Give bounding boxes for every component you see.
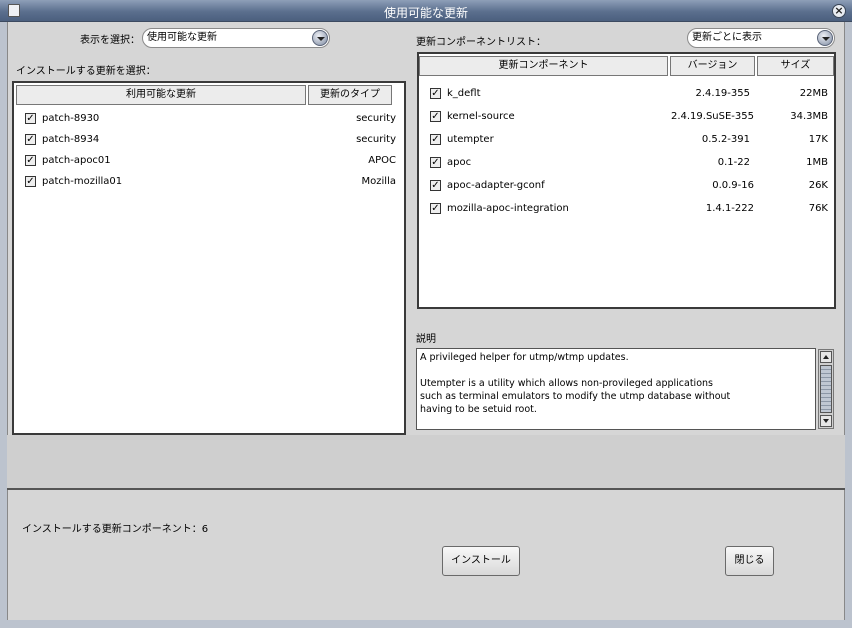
close-icon[interactable]: × xyxy=(832,4,846,18)
description-text[interactable]: A privileged helper for utmp/wtmp update… xyxy=(416,348,816,430)
view-select-label: 表示を選択： xyxy=(80,35,140,46)
component-checkbox[interactable]: ✓ xyxy=(430,157,441,168)
title-bar: 使用可能な更新 × xyxy=(0,0,852,22)
component-size: 1MB xyxy=(806,157,828,168)
column-header-type[interactable]: 更新のタイプ xyxy=(308,85,392,105)
component-name: apoc xyxy=(447,157,472,168)
update-type: security xyxy=(356,134,396,145)
update-name: patch-mozilla01 xyxy=(42,176,123,187)
close-button[interactable]: 閉じる xyxy=(725,546,774,576)
window-frame-left xyxy=(0,22,7,628)
update-checkbox[interactable]: ✓ xyxy=(25,113,36,124)
updates-list: 利用可能な更新 更新のタイプ ✓ patch-8930 security ✓ p… xyxy=(12,81,406,435)
column-header-component[interactable]: 更新コンポーネント xyxy=(419,56,668,76)
table-row[interactable]: ✓ patch-8930 security xyxy=(14,109,404,130)
table-row[interactable]: ✓ apoc 0.1-22 1MB xyxy=(419,153,834,174)
component-view-value: 更新ごとに表示 xyxy=(692,32,762,43)
component-size: 22MB xyxy=(799,88,828,99)
install-count-label: インストールする更新コンポーネント：6 xyxy=(22,524,209,535)
component-checkbox[interactable]: ✓ xyxy=(430,203,441,214)
table-row[interactable]: ✓ utempter 0.5.2-391 17K xyxy=(419,130,834,151)
update-checkbox[interactable]: ✓ xyxy=(25,155,36,166)
column-header-available[interactable]: 利用可能な更新 xyxy=(16,85,306,105)
component-list-label: 更新コンポーネントリスト： xyxy=(416,37,546,48)
window-frame-bottom xyxy=(0,620,852,628)
update-type: security xyxy=(356,113,396,124)
update-type: Mozilla xyxy=(361,176,396,187)
component-size: 34.3MB xyxy=(790,111,828,122)
table-row[interactable]: ✓ patch-apoc01 APOC xyxy=(14,151,404,172)
column-header-size[interactable]: サイズ xyxy=(757,56,834,76)
component-version: 2.4.19.SuSE-355 xyxy=(670,111,754,122)
window-frame-right xyxy=(845,22,852,628)
view-select[interactable]: 使用可能な更新 xyxy=(142,28,330,48)
component-checkbox[interactable]: ✓ xyxy=(430,111,441,122)
component-checkbox[interactable]: ✓ xyxy=(430,134,441,145)
scroll-down-icon[interactable] xyxy=(820,415,832,427)
component-view-select[interactable]: 更新ごとに表示 xyxy=(687,28,835,48)
separator-bar xyxy=(7,435,845,490)
chevron-down-icon[interactable] xyxy=(817,30,833,46)
update-type: APOC xyxy=(368,155,396,166)
description-label: 説明 xyxy=(416,334,436,345)
component-size: 76K xyxy=(808,203,828,214)
component-name: mozilla-apoc-integration xyxy=(447,203,569,214)
scroll-thumb[interactable] xyxy=(820,365,832,413)
view-select-value: 使用可能な更新 xyxy=(147,32,217,43)
component-version: 0.1-22 xyxy=(717,157,750,168)
table-row[interactable]: ✓ kernel-source 2.4.19.SuSE-355 34.3MB xyxy=(419,107,834,128)
column-header-version[interactable]: バージョン xyxy=(670,56,755,76)
table-row[interactable]: ✓ k_deflt 2.4.19-355 22MB xyxy=(419,84,834,105)
component-version: 0.0.9-16 xyxy=(712,180,754,191)
component-size: 26K xyxy=(808,180,828,191)
component-checkbox[interactable]: ✓ xyxy=(430,180,441,191)
component-version: 2.4.19-355 xyxy=(695,88,750,99)
component-name: apoc-adapter-gconf xyxy=(447,180,545,191)
table-row[interactable]: ✓ apoc-adapter-gconf 0.0.9-16 26K xyxy=(419,176,834,197)
update-checkbox[interactable]: ✓ xyxy=(25,134,36,145)
table-row[interactable]: ✓ patch-8934 security xyxy=(14,130,404,151)
select-updates-label: インストールする更新を選択： xyxy=(16,66,156,77)
component-name: kernel-source xyxy=(447,111,515,122)
install-button[interactable]: インストール xyxy=(442,546,520,576)
component-name: utempter xyxy=(447,134,494,145)
update-name: patch-apoc01 xyxy=(42,155,111,166)
window-title: 使用可能な更新 xyxy=(383,6,468,20)
update-checkbox[interactable]: ✓ xyxy=(25,176,36,187)
component-version: 1.4.1-222 xyxy=(705,203,754,214)
component-checkbox[interactable]: ✓ xyxy=(430,88,441,99)
component-size: 17K xyxy=(808,134,828,145)
component-version: 0.5.2-391 xyxy=(701,134,750,145)
scroll-up-icon[interactable] xyxy=(820,351,832,363)
component-name: k_deflt xyxy=(447,88,481,99)
update-name: patch-8930 xyxy=(42,113,100,124)
chevron-down-icon[interactable] xyxy=(312,30,328,46)
table-row[interactable]: ✓ patch-mozilla01 Mozilla xyxy=(14,172,404,193)
description-scrollbar[interactable] xyxy=(818,349,834,429)
table-row[interactable]: ✓ mozilla-apoc-integration 1.4.1-222 76K xyxy=(419,199,834,220)
component-list: 更新コンポーネント バージョン サイズ ✓ k_deflt 2.4.19-355… xyxy=(417,52,836,309)
update-name: patch-8934 xyxy=(42,134,100,145)
